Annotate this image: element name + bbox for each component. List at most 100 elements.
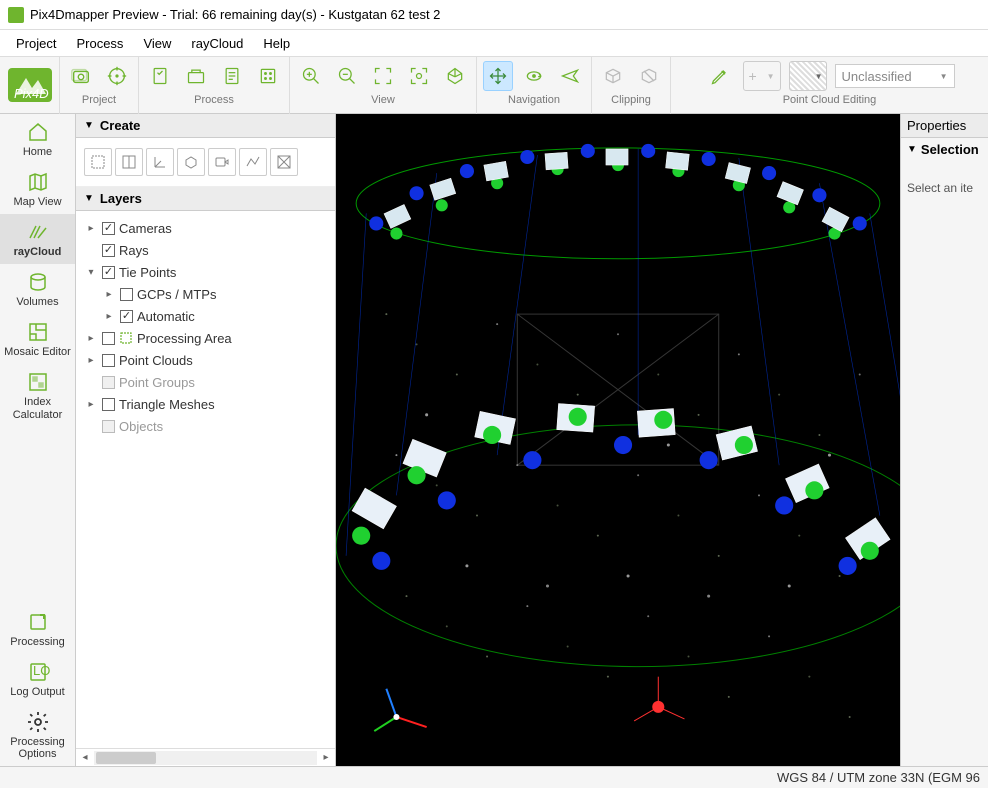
- layer-automatic[interactable]: ▸Automatic: [80, 305, 331, 327]
- clip-box-icon[interactable]: [598, 61, 628, 91]
- sidebar-item-mosaic[interactable]: Mosaic Editor: [0, 314, 75, 364]
- toolbar-group-view: View: [290, 56, 477, 114]
- selection-section[interactable]: ▼Selection: [901, 138, 988, 161]
- toolbar-group-navigation: Navigation: [477, 56, 592, 114]
- view-all-icon[interactable]: [368, 61, 398, 91]
- sidebar-item-logoutput[interactable]: LOG Log Output: [0, 654, 75, 704]
- create-orthoplane-icon[interactable]: [115, 148, 143, 176]
- sidebar-item-processing[interactable]: Processing: [0, 604, 75, 654]
- scroll-track[interactable]: [94, 751, 317, 765]
- gcp-manager-icon[interactable]: [102, 61, 132, 91]
- scroll-thumb[interactable]: [96, 752, 156, 764]
- checkbox[interactable]: [120, 288, 133, 301]
- rematch-icon[interactable]: [181, 61, 211, 91]
- pan-icon[interactable]: [483, 61, 513, 91]
- focus-selection-icon[interactable]: [404, 61, 434, 91]
- scroll-left-icon[interactable]: ◂: [76, 752, 94, 763]
- create-box-icon[interactable]: [177, 148, 205, 176]
- expand-icon[interactable]: ▸: [102, 311, 116, 322]
- create-axes-icon[interactable]: [146, 148, 174, 176]
- menu-raycloud[interactable]: rayCloud: [181, 33, 253, 54]
- project-photos-icon[interactable]: [66, 61, 96, 91]
- sidebar-item-volumes[interactable]: Volumes: [0, 264, 75, 314]
- menu-view[interactable]: View: [133, 33, 181, 54]
- create-video-icon[interactable]: [208, 148, 236, 176]
- sidebar-item-index[interactable]: Index Calculator: [0, 364, 75, 426]
- layer-point-groups[interactable]: Point Groups: [80, 371, 331, 393]
- expand-icon[interactable]: ▸: [102, 289, 116, 300]
- zoom-out-icon[interactable]: [332, 61, 362, 91]
- scroll-right-icon[interactable]: ▸: [317, 752, 335, 763]
- map-icon: [26, 170, 50, 194]
- zoom-in-icon[interactable]: [296, 61, 326, 91]
- toolbar-label-view: View: [371, 94, 395, 110]
- sidebar-label-mapview: Map View: [13, 196, 61, 208]
- rotate-icon[interactable]: [519, 61, 549, 91]
- expand-icon[interactable]: ▸: [84, 223, 98, 234]
- toolbar: Pix4D Project Process View: [0, 56, 988, 114]
- layer-rays[interactable]: Rays: [80, 239, 331, 261]
- sidebar-label-raycloud: rayCloud: [14, 246, 62, 258]
- top-view-icon[interactable]: [440, 61, 470, 91]
- collapse-icon: ▼: [907, 144, 917, 155]
- toolbar-label-project: Project: [82, 94, 116, 110]
- collapse-icon[interactable]: ▾: [84, 267, 98, 278]
- layer-objects[interactable]: Objects: [80, 415, 331, 437]
- collapse-icon: ▼: [84, 193, 94, 204]
- expand-icon[interactable]: ▸: [84, 399, 98, 410]
- create-rect-icon[interactable]: [84, 148, 112, 176]
- app-icon: [8, 7, 24, 23]
- checkbox[interactable]: [102, 398, 115, 411]
- output-status-icon[interactable]: [253, 61, 283, 91]
- classification-dropdown[interactable]: Unclassified▼: [835, 64, 955, 88]
- layer-tiepoints[interactable]: ▾ Tie Points: [80, 261, 331, 283]
- create-surface-icon[interactable]: [270, 148, 298, 176]
- menu-project[interactable]: Project: [6, 33, 66, 54]
- fly-icon[interactable]: [555, 61, 585, 91]
- layer-point-clouds[interactable]: ▸Point Clouds: [80, 349, 331, 371]
- sidebar-item-home[interactable]: Home: [0, 114, 75, 164]
- mosaic-icon: [26, 320, 50, 344]
- layer-label: GCPs / MTPs: [137, 287, 216, 302]
- sidebar-label-index: Index Calculator: [2, 396, 73, 420]
- checkbox[interactable]: [102, 222, 115, 235]
- sidebar-item-options[interactable]: Processing Options: [0, 704, 75, 766]
- horizontal-scrollbar[interactable]: ◂ ▸: [76, 748, 335, 766]
- titlebar: Pix4Dmapper Preview - Trial: 66 remainin…: [0, 0, 988, 30]
- layer-gcps[interactable]: ▸ GCPs / MTPs: [80, 283, 331, 305]
- edit-pointcloud-icon[interactable]: [705, 61, 735, 91]
- properties-header[interactable]: Properties: [901, 114, 988, 138]
- panel-header-layers[interactable]: ▼Layers: [76, 187, 335, 211]
- quality-report-icon[interactable]: [217, 61, 247, 91]
- 3d-viewport[interactable]: [336, 114, 900, 766]
- add-points-dropdown[interactable]: +▼: [743, 61, 781, 91]
- layer-tree: ▸ Cameras Rays ▾ Tie Points ▸ GCPs / MTPs ▸…: [76, 211, 335, 748]
- reoptimize-icon[interactable]: [145, 61, 175, 91]
- expand-icon[interactable]: ▸: [84, 333, 98, 344]
- layer-processing-area[interactable]: ▸Processing Area: [80, 327, 331, 349]
- layer-label: Cameras: [119, 221, 172, 236]
- select-class-dropdown[interactable]: ▼: [789, 61, 827, 91]
- checkbox[interactable]: [120, 310, 133, 323]
- right-panel: Properties ▼Selection Select an ite: [900, 114, 988, 766]
- panel-header-create[interactable]: ▼Create: [76, 114, 335, 138]
- checkbox[interactable]: [102, 266, 115, 279]
- layer-label: Tie Points: [119, 265, 176, 280]
- layer-cameras[interactable]: ▸ Cameras: [80, 217, 331, 239]
- sidebar-item-raycloud[interactable]: rayCloud: [0, 214, 75, 264]
- sidebar-label-processing: Processing: [10, 636, 64, 648]
- classification-value: Unclassified: [842, 69, 912, 84]
- expand-icon[interactable]: ▸: [84, 355, 98, 366]
- sidebar-item-mapview[interactable]: Map View: [0, 164, 75, 214]
- layer-label: Objects: [119, 419, 163, 434]
- menu-process[interactable]: Process: [66, 33, 133, 54]
- toolbar-group-pce: +▼ ▼ Unclassified▼ Point Cloud Editing: [671, 56, 988, 114]
- checkbox[interactable]: [102, 354, 115, 367]
- sidebar-label-home: Home: [23, 146, 52, 158]
- checkbox[interactable]: [102, 332, 115, 345]
- layer-triangle-meshes[interactable]: ▸Triangle Meshes: [80, 393, 331, 415]
- checkbox[interactable]: [102, 244, 115, 257]
- create-polyline-icon[interactable]: [239, 148, 267, 176]
- clip-invert-icon[interactable]: [634, 61, 664, 91]
- menu-help[interactable]: Help: [253, 33, 300, 54]
